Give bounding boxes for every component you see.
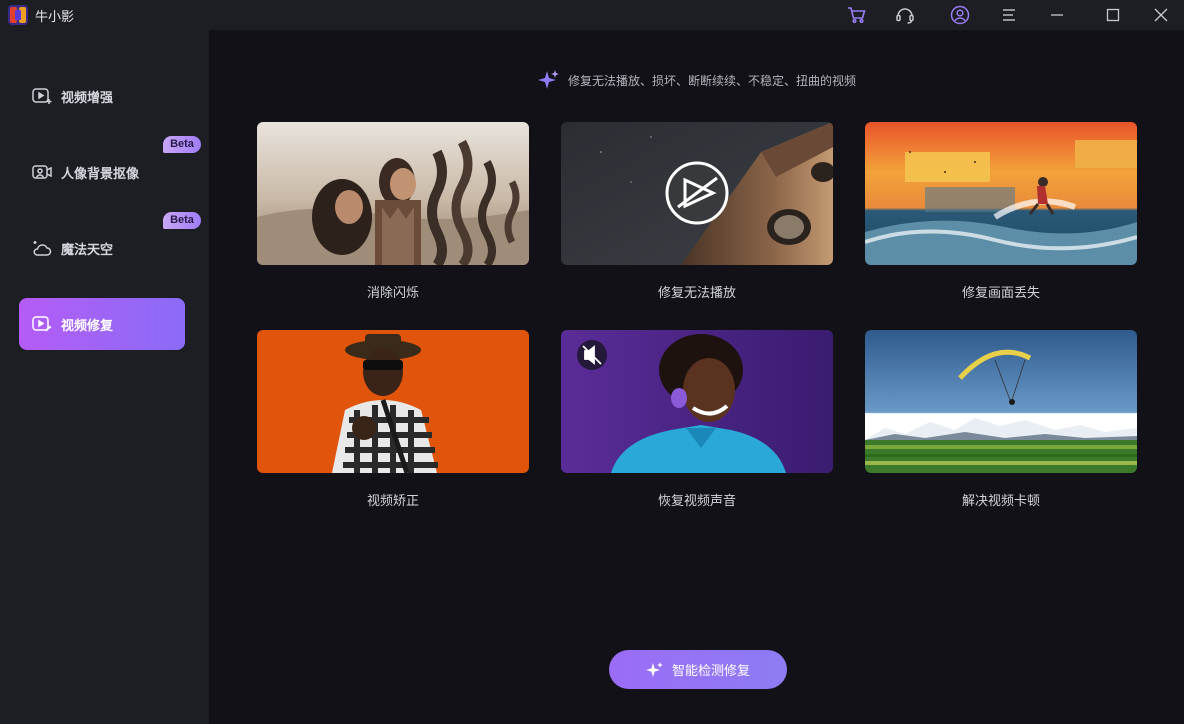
beta-badge: Beta bbox=[163, 212, 201, 229]
card-fix-unplayable[interactable]: 修复无法播放 bbox=[561, 122, 833, 301]
card-label: 解决视频卡顿 bbox=[961, 494, 1040, 509]
page-subtitle: 修复无法播放、损坏、断断续续、不稳定、扭曲的视频 bbox=[538, 68, 856, 92]
video-enhance-icon bbox=[32, 88, 52, 104]
thumbnail-video-correction bbox=[257, 330, 529, 473]
card-restore-audio[interactable]: 恢复视频声音 bbox=[561, 330, 833, 509]
sidebar-item-portrait-matting[interactable]: 人像背景抠像 bbox=[19, 146, 185, 198]
card-fix-missing-frames[interactable]: 修复画面丢失 bbox=[865, 122, 1137, 301]
maximize-icon[interactable] bbox=[1101, 3, 1125, 27]
close-icon[interactable] bbox=[1149, 3, 1173, 27]
cart-icon[interactable] bbox=[845, 3, 869, 27]
sidebar-item-label: 人像背景抠像 bbox=[61, 166, 140, 182]
sidebar-item-video-enhance[interactable]: 视频增强 bbox=[19, 70, 185, 122]
title-bar: 牛小影 bbox=[0, 0, 1184, 30]
app-logo-icon bbox=[7, 4, 29, 26]
sidebar-item-label: 视频修复 bbox=[61, 318, 114, 334]
main-content: 修复无法播放、损坏、断断续续、不稳定、扭曲的视频 消除闪烁 修复无法播放 修复画… bbox=[209, 30, 1184, 724]
sidebar-item-video-repair[interactable]: 视频修复 bbox=[19, 298, 185, 350]
card-label: 恢复视频声音 bbox=[657, 494, 736, 509]
smart-detect-repair-button[interactable]: 智能检测修复 bbox=[609, 650, 787, 689]
card-label: 视频矫正 bbox=[366, 494, 419, 509]
thumbnail-fix-unplayable bbox=[561, 122, 833, 265]
card-label: 修复画面丢失 bbox=[961, 286, 1040, 301]
cta-label: 智能检测修复 bbox=[671, 664, 750, 679]
thumbnail-restore-audio bbox=[561, 330, 833, 473]
thumbnail-remove-flicker bbox=[257, 122, 529, 265]
minimize-icon[interactable] bbox=[1045, 3, 1069, 27]
headset-icon[interactable] bbox=[893, 3, 917, 27]
card-label: 消除闪烁 bbox=[366, 286, 419, 301]
portrait-icon bbox=[32, 165, 52, 179]
video-repair-icon bbox=[32, 316, 52, 332]
app-title: 牛小影 bbox=[35, 10, 75, 25]
sparkle-icon bbox=[538, 70, 559, 89]
sidebar-item-magic-sky[interactable]: 魔法天空 bbox=[19, 222, 185, 274]
card-video-correction[interactable]: 视频矫正 bbox=[257, 330, 529, 509]
sky-icon bbox=[33, 241, 52, 256]
sidebar-item-label: 魔法天空 bbox=[61, 242, 114, 258]
menu-icon[interactable] bbox=[997, 3, 1021, 27]
user-icon[interactable] bbox=[948, 3, 972, 27]
card-fix-stutter[interactable]: 解决视频卡顿 bbox=[865, 330, 1137, 509]
beta-badge: Beta bbox=[163, 136, 201, 153]
card-remove-flicker[interactable]: 消除闪烁 bbox=[257, 122, 529, 301]
sparkle-icon bbox=[645, 661, 663, 677]
thumbnail-fix-stutter bbox=[865, 330, 1137, 473]
card-label: 修复无法播放 bbox=[657, 286, 736, 301]
sidebar: 视频增强 人像背景抠像 Beta 魔法天空 Beta 视频修复 bbox=[0, 30, 209, 724]
thumbnail-fix-missing-frames bbox=[865, 122, 1137, 265]
subtitle-text: 修复无法播放、损坏、断断续续、不稳定、扭曲的视频 bbox=[568, 73, 857, 88]
sidebar-item-label: 视频增强 bbox=[61, 90, 114, 106]
